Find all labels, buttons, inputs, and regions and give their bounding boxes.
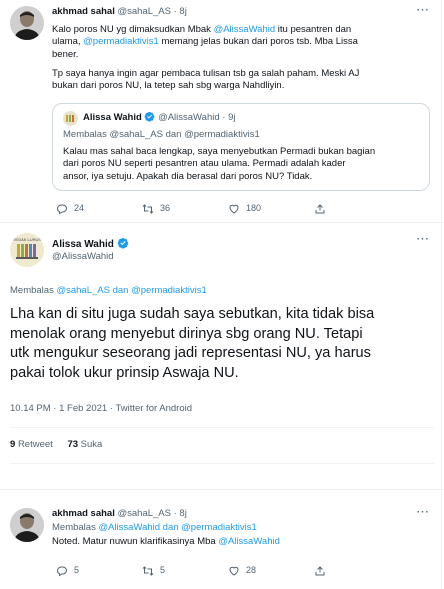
retweet-icon [142, 566, 154, 576]
retweet-count: 5 [160, 565, 166, 576]
verified-icon [144, 111, 155, 126]
more-options-icon[interactable]: ⋯ [416, 504, 430, 521]
avatar-caption: TEGAK LURUS [12, 237, 42, 242]
tweet-text: Noted. Matur nuwun klarifikasinya Mba @A… [52, 536, 280, 547]
mention-link[interactable]: @AlissaWahid [214, 24, 276, 35]
more-options-icon[interactable]: ⋯ [416, 2, 430, 19]
tweet-time[interactable]: · 8j [174, 6, 187, 17]
tweet-header: akhmad sahal @sahaL_AS · 8j [52, 6, 187, 18]
mention-link[interactable]: @AlissaWahid [218, 536, 280, 547]
reply-icon [56, 566, 68, 577]
author-name[interactable]: Alissa Wahid [52, 239, 114, 250]
quoted-time: · 9j [222, 112, 236, 123]
reply-count: 24 [74, 203, 85, 214]
reply-context: Membalas @AlissaWahid dan @permadiaktivi… [52, 522, 257, 533]
retweet-icon [142, 204, 154, 214]
share-button[interactable] [314, 565, 344, 577]
mention-link[interactable]: @permadiaktivis1 [83, 36, 159, 47]
retweet-button[interactable]: 5 [142, 565, 228, 577]
heart-icon [229, 204, 239, 214]
reply-button[interactable]: 24 [56, 203, 142, 215]
retweet-button[interactable]: 36 [142, 203, 228, 215]
like-count: 180 [246, 203, 262, 214]
more-options-icon[interactable]: ⋯ [416, 231, 430, 248]
reply-icon [56, 204, 68, 215]
share-icon [315, 204, 325, 214]
reply-to-link[interactable]: @sahaL_AS dan @permadiaktivis1 [56, 285, 206, 296]
share-button[interactable] [314, 203, 344, 215]
author-handle[interactable]: @sahaL_AS [117, 508, 170, 519]
quoted-author-name: Alissa Wahid [83, 112, 142, 123]
verified-icon [117, 237, 129, 253]
reply-tweet-akhmad-sahal[interactable]: akhmad sahal @sahaL_AS · 8j ⋯ Membalas @… [0, 490, 444, 589]
tweet-akhmad-sahal[interactable]: akhmad sahal @sahaL_AS · 8j ⋯ Kalo poros… [0, 0, 444, 222]
tweet-timestamp[interactable]: 10.14 PM · 1 Feb 2021 · Twitter for Andr… [10, 403, 192, 415]
reply-button[interactable]: 5 [56, 565, 142, 577]
heart-icon [229, 566, 239, 576]
reply-to-link[interactable]: @AlissaWahid dan @permadiaktivis1 [98, 522, 256, 533]
like-button[interactable]: 28 [228, 565, 314, 577]
tweet-text: Kalo poros NU yg dimaksudkan Mbak @Aliss… [52, 24, 360, 92]
quoted-text: Kalau mas sahal baca lengkap, saya menye… [63, 146, 376, 182]
divider [10, 463, 434, 464]
author-name[interactable]: akhmad sahal [52, 6, 115, 17]
author-name[interactable]: akhmad sahal [52, 508, 115, 519]
divider [10, 427, 434, 428]
quoted-avatar [63, 111, 78, 126]
tweet-time[interactable]: · 8j [174, 508, 187, 519]
quoted-header: Alissa Wahid @AlissaWahid · 9j [83, 111, 235, 126]
author-handle[interactable]: @AlissaWahid [52, 251, 114, 263]
tweet-text: Lha kan di situ juga sudah saya sebutkan… [10, 306, 375, 381]
quoted-reply-context: Membalas @sahaL_AS dan @permadiaktivis1 [63, 129, 260, 140]
main-tweet-alissa-wahid[interactable]: TEGAK LURUS Alissa Wahid @AlissaWahid ⋯ … [0, 223, 444, 489]
reply-count: 5 [74, 565, 80, 576]
share-icon [315, 566, 325, 576]
tweet-header: akhmad sahal @sahaL_AS · 8j [52, 508, 187, 520]
tweet-actions: 5 5 28 [56, 565, 344, 577]
like-count: 28 [246, 565, 257, 576]
avatar[interactable] [10, 508, 44, 542]
avatar[interactable] [10, 6, 44, 40]
like-button[interactable]: 180 [228, 203, 314, 215]
author-handle[interactable]: @sahaL_AS [117, 6, 170, 17]
like-stat[interactable]: 73 Suka [67, 439, 102, 450]
reply-context: Membalas @sahaL_AS dan @permadiaktivis1 [10, 285, 207, 296]
retweet-count: 36 [160, 203, 171, 214]
quoted-tweet[interactable]: Alissa Wahid @AlissaWahid · 9j Membalas … [52, 103, 430, 191]
engagement-stats: 9 Retweet 73 Suka [10, 439, 102, 451]
quoted-author-handle: @AlissaWahid [158, 112, 220, 123]
retweet-stat[interactable]: 9 Retweet [10, 439, 53, 450]
tweet-actions: 24 36 180 [56, 203, 344, 215]
avatar[interactable]: TEGAK LURUS [10, 233, 44, 267]
